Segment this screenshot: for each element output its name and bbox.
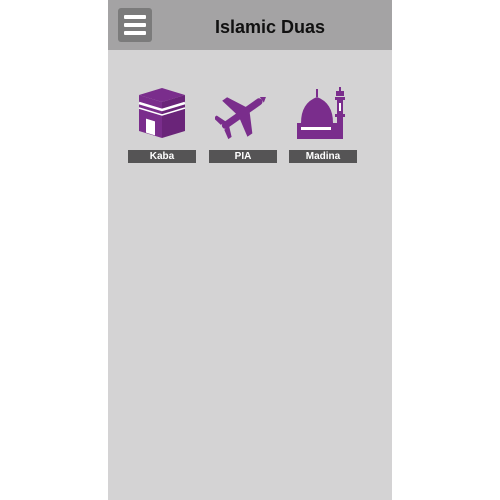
- tile-kaba[interactable]: Kaba: [128, 80, 196, 164]
- app-bar: Islamic Duas: [108, 0, 392, 50]
- kaaba-icon: [128, 80, 196, 146]
- hamburger-icon-line: [124, 31, 146, 35]
- tile-label: PIA: [209, 150, 277, 163]
- tile-label: Madina: [289, 150, 357, 163]
- tile-madina[interactable]: Madina: [289, 80, 357, 164]
- hamburger-icon-line: [124, 23, 146, 27]
- tile-label: Kaba: [128, 150, 196, 163]
- mosque-icon: [289, 80, 357, 146]
- hamburger-icon-line: [124, 15, 146, 19]
- app-screen: Islamic Duas Kaba PIA Madina: [108, 0, 392, 500]
- menu-button[interactable]: [118, 8, 152, 42]
- app-title: Islamic Duas: [214, 17, 326, 37]
- airplane-icon: [209, 80, 277, 146]
- tile-pia[interactable]: PIA: [209, 80, 277, 164]
